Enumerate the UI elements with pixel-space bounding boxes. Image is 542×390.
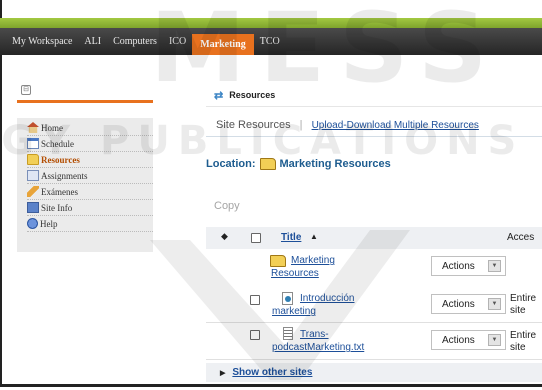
location-label: Location:	[206, 158, 256, 170]
tool-item-assignments[interactable]: Assignments	[27, 168, 153, 184]
resource-name-line1: Trans-	[300, 329, 329, 340]
tool-item-label: Exámenes	[41, 186, 78, 197]
copy-button[interactable]: Copy	[214, 200, 240, 212]
resource-name-link[interactable]: Introducción marketing	[272, 292, 430, 318]
sort-ascending-icon: ▲	[310, 232, 318, 241]
site-info-icon	[27, 202, 39, 213]
actions-dropdown[interactable]: Actions ▼	[431, 330, 506, 350]
sort-toggle-icon[interactable]: ◆	[221, 231, 228, 242]
table-row: Marketing Resources Actions ▼	[206, 251, 542, 289]
tool-item-help[interactable]: Help	[27, 216, 153, 232]
help-icon	[27, 218, 38, 229]
access-column-header: Acces	[507, 232, 535, 243]
access-line1: Entire	[510, 330, 537, 341]
chevron-down-icon: ▼	[488, 298, 501, 310]
resource-name-line1: Introducción	[300, 293, 355, 304]
actions-dropdown[interactable]: Actions ▼	[431, 256, 506, 276]
tool-item-site-info[interactable]: Site Info	[27, 200, 153, 216]
tool-item-label: Resources	[41, 154, 80, 165]
access-value: Entire site	[510, 293, 536, 317]
nav-tab-tco[interactable]: TCO	[254, 28, 286, 55]
location-value: Marketing Resources	[279, 158, 391, 170]
tool-item-schedule[interactable]: Schedule	[27, 136, 153, 152]
tool-item-label: Schedule	[41, 138, 74, 149]
view-site-resources: Site Resources	[216, 119, 291, 131]
actions-label: Actions	[442, 260, 475, 272]
table-row: Introducción marketing Actions ▼ Entire …	[206, 289, 542, 323]
tool-item-label: Assignments	[41, 170, 88, 181]
tool-item-label: Site Info	[41, 202, 73, 213]
header-green-bar	[0, 18, 542, 28]
tool-item-label: Help	[40, 218, 58, 229]
resource-name-link[interactable]: Marketing Resources	[271, 254, 431, 280]
actions-label: Actions	[442, 298, 475, 310]
table-row: Trans- podcastMarketing.txt Actions ▼ En…	[206, 324, 542, 360]
show-other-sites-label: Show other sites	[232, 367, 313, 378]
view-nav: Site Resources | Upload-Download Multipl…	[216, 119, 479, 131]
refresh-icon[interactable]: ⇄	[214, 89, 223, 102]
tool-menu: Home Schedule Resources Assignments Exám…	[17, 118, 153, 252]
access-line2: site	[510, 305, 526, 316]
pencil-icon	[27, 186, 39, 197]
access-line1: Entire	[510, 293, 537, 304]
upload-download-link[interactable]: Upload-Download Multiple Resources	[312, 120, 479, 131]
tool-title-bar: ⇄ Resources	[206, 84, 542, 107]
tool-item-examenes[interactable]: Exámenes	[27, 184, 153, 200]
actions-label: Actions	[442, 334, 475, 346]
window-frame-left	[0, 0, 2, 387]
resource-name-line2: podcastMarketing.txt	[272, 342, 365, 353]
folder-icon	[259, 158, 276, 170]
nav-tab-computers[interactable]: Computers	[107, 28, 163, 55]
resource-name-line1: Marketing	[291, 255, 335, 266]
select-all-checkbox[interactable]	[251, 233, 261, 243]
page-title: Resources	[229, 90, 276, 100]
folder-icon	[27, 154, 39, 165]
collapse-menu-icon[interactable]: ⊟	[21, 85, 31, 95]
chevron-down-icon: ▼	[488, 334, 501, 346]
table-header: ◆ Title ▲ Acces	[206, 227, 542, 249]
tool-item-resources[interactable]: Resources	[27, 152, 153, 168]
view-separator: |	[299, 119, 303, 131]
tool-item-home[interactable]: Home	[27, 120, 153, 136]
title-column-header[interactable]: Title	[281, 232, 301, 243]
site-nav-bar: My Workspace ALI Computers ICO Marketing…	[0, 28, 542, 55]
actions-dropdown[interactable]: Actions ▼	[431, 294, 506, 314]
row-checkbox[interactable]	[250, 295, 260, 305]
tool-item-label: Home	[41, 122, 63, 133]
resource-name-line2: marketing	[272, 306, 316, 317]
view-nav-divider	[206, 136, 542, 137]
home-icon	[27, 122, 39, 133]
show-other-sites-toggle[interactable]: ▶ Show other sites	[206, 363, 542, 382]
resource-name-line2: Resources	[271, 268, 319, 279]
chevron-down-icon: ▼	[488, 260, 501, 272]
assignment-icon	[27, 170, 39, 181]
access-line2: site	[510, 342, 526, 353]
resource-name-link[interactable]: Trans- podcastMarketing.txt	[272, 328, 430, 354]
row-checkbox[interactable]	[250, 330, 260, 340]
nav-tab-ico[interactable]: ICO	[163, 28, 192, 55]
access-value: Entire site	[510, 330, 536, 354]
nav-tab-my-workspace[interactable]: My Workspace	[0, 28, 78, 55]
nav-tab-ali[interactable]: ALI	[78, 28, 107, 55]
location-breadcrumb: Location: Marketing Resources	[206, 158, 391, 170]
expand-triangle-icon: ▶	[220, 369, 226, 377]
tool-menu-divider	[17, 100, 153, 103]
nav-tab-marketing[interactable]: Marketing	[192, 34, 254, 55]
calendar-icon	[27, 138, 39, 149]
